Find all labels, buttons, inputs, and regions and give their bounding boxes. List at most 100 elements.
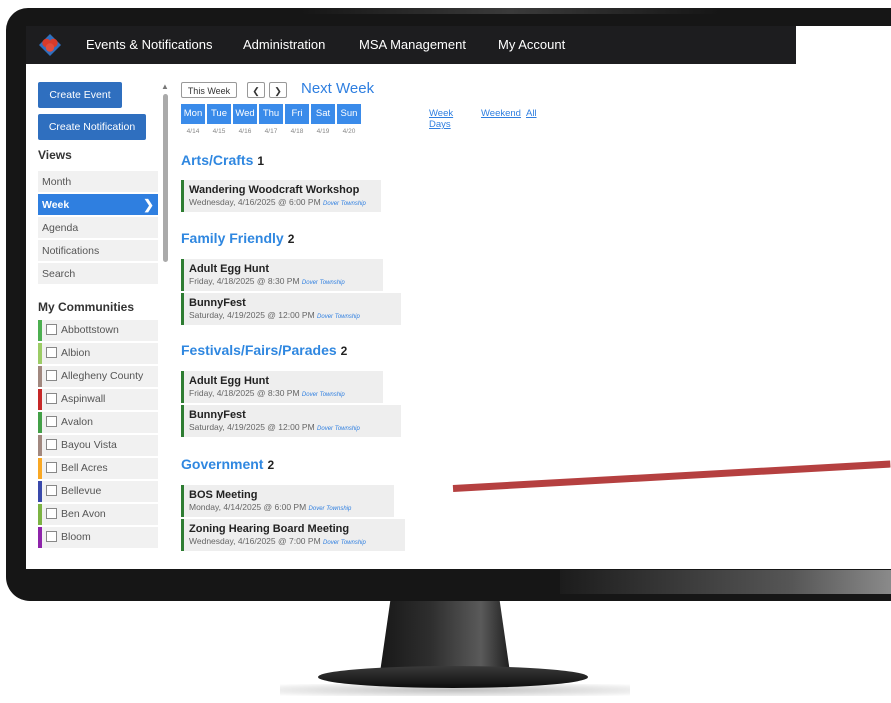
checkbox[interactable]: [46, 507, 57, 519]
this-week-button[interactable]: This Week: [181, 82, 237, 98]
create-notification-button[interactable]: Create Notification: [38, 114, 146, 140]
day-button-thu[interactable]: Thu: [259, 104, 283, 124]
community-item[interactable]: Avalon: [38, 412, 158, 433]
category-name: Festivals/Fairs/Parades: [181, 342, 337, 358]
checkbox[interactable]: [46, 484, 57, 496]
logo-icon[interactable]: [38, 33, 62, 57]
event-location[interactable]: Dover Township: [317, 426, 360, 432]
event-location[interactable]: Dover Township: [323, 201, 366, 207]
monitor-stand-neck: [380, 601, 510, 671]
event-title: Wandering Woodcraft Workshop: [189, 184, 360, 196]
checkbox[interactable]: [46, 461, 57, 473]
event-card[interactable]: BunnyFest Saturday, 4/19/2025 @ 12:00 PM…: [181, 293, 401, 325]
checkbox[interactable]: [46, 346, 57, 358]
event-card[interactable]: Zoning Hearing Board Meeting Wednesday, …: [181, 519, 405, 551]
checkbox[interactable]: [46, 392, 57, 404]
community-item[interactable]: Aspinwall: [38, 389, 158, 410]
nav-events-notifications[interactable]: Events & Notifications: [86, 37, 212, 52]
category-count: 2: [340, 344, 348, 358]
community-item[interactable]: Allegheny County: [38, 366, 158, 387]
event-datetime: Saturday, 4/19/2025 @ 12:00 PM: [189, 310, 315, 320]
community-item[interactable]: Ben Avon: [38, 504, 158, 525]
event-location[interactable]: Dover Township: [302, 280, 345, 286]
event-card[interactable]: BOS Meeting Monday, 4/14/2025 @ 6:00 PM …: [181, 485, 394, 517]
community-item[interactable]: Bloom: [38, 527, 158, 548]
event-datetime: Friday, 4/18/2025 @ 8:30 PM: [189, 388, 300, 398]
category-heading[interactable]: Arts/Crafts 1: [181, 152, 264, 168]
filter-all[interactable]: All: [526, 108, 537, 119]
community-item[interactable]: Albion: [38, 343, 158, 364]
category-heading[interactable]: Festivals/Fairs/Parades 2: [181, 342, 347, 358]
community-label: Bell Acres: [61, 462, 108, 474]
community-label: Bellevue: [61, 485, 102, 497]
day-button-wed[interactable]: Wed: [233, 104, 257, 124]
scroll-up-icon[interactable]: ▲: [161, 82, 169, 91]
view-item-search[interactable]: Search: [38, 263, 158, 285]
nav-msa-management[interactable]: MSA Management: [359, 37, 466, 52]
event-location[interactable]: Dover Township: [317, 314, 360, 320]
week-title[interactable]: Next Week: [301, 80, 374, 97]
nav-administration[interactable]: Administration: [243, 37, 325, 52]
event-card[interactable]: Adult Egg Hunt Friday, 4/18/2025 @ 8:30 …: [181, 259, 383, 291]
top-navbar: Events & Notifications Administration MS…: [26, 26, 796, 64]
day-button-sat[interactable]: Sat: [311, 104, 335, 124]
event-title: Adult Egg Hunt: [189, 375, 270, 387]
checkbox[interactable]: [46, 438, 57, 450]
day-button-tue[interactable]: Tue: [207, 104, 231, 124]
category-heading[interactable]: Government 2: [181, 456, 274, 472]
event-title: BOS Meeting: [189, 489, 258, 501]
view-item-agenda[interactable]: Agenda: [38, 217, 158, 239]
event-datetime: Monday, 4/14/2025 @ 6:00 PM: [189, 502, 307, 512]
community-label: Bloom: [61, 531, 91, 543]
chevron-right-icon: ❯: [143, 197, 154, 212]
view-item-notifications[interactable]: Notifications: [38, 240, 158, 262]
view-label: Notifications: [42, 245, 100, 257]
chevron-left-icon[interactable]: ❮: [247, 82, 265, 98]
event-location[interactable]: Dover Township: [309, 506, 352, 512]
category-name: Family Friendly: [181, 230, 284, 246]
event-datetime: Wednesday, 4/16/2025 @ 6:00 PM: [189, 197, 321, 207]
category-heading[interactable]: Family Friendly 2: [181, 230, 294, 246]
day-date: 4/18: [290, 128, 304, 135]
chevron-right-icon[interactable]: ❯: [269, 82, 287, 98]
day-date: 4/17: [264, 128, 278, 135]
community-item[interactable]: Bell Acres: [38, 458, 158, 479]
view-item-month[interactable]: Month: [38, 171, 158, 193]
community-item[interactable]: Abbottstown: [38, 320, 158, 341]
event-card[interactable]: Adult Egg Hunt Friday, 4/18/2025 @ 8:30 …: [181, 371, 383, 403]
checkbox[interactable]: [46, 323, 57, 335]
community-label: Aspinwall: [61, 393, 106, 405]
checkbox[interactable]: [46, 369, 57, 381]
nav-my-account[interactable]: My Account: [498, 37, 565, 52]
checkbox[interactable]: [46, 415, 57, 427]
event-card[interactable]: Wandering Woodcraft Workshop Wednesday, …: [181, 180, 381, 212]
scroll-thumb[interactable]: [163, 94, 168, 262]
community-label: Allegheny County: [61, 370, 144, 382]
sidebar-scrollbar[interactable]: ▲: [161, 82, 169, 569]
event-title: Adult Egg Hunt: [189, 263, 270, 275]
community-item[interactable]: Bellevue: [38, 481, 158, 502]
day-button-sun[interactable]: Sun: [337, 104, 361, 124]
filter-weekend[interactable]: Weekend: [481, 108, 521, 119]
bezel-reflection: [560, 570, 891, 594]
event-datetime: Saturday, 4/19/2025 @ 12:00 PM: [189, 422, 315, 432]
category-name: Government: [181, 456, 264, 472]
event-datetime: Friday, 4/18/2025 @ 8:30 PM: [189, 276, 300, 286]
day-button-fri[interactable]: Fri: [285, 104, 309, 124]
community-label: Ben Avon: [61, 508, 106, 520]
community-item[interactable]: Bayou Vista: [38, 435, 158, 456]
view-item-week[interactable]: Week ❯: [38, 194, 158, 216]
create-event-button[interactable]: Create Event: [38, 82, 122, 108]
view-label: Search: [42, 268, 76, 280]
day-button-mon[interactable]: Mon: [181, 104, 205, 124]
filter-week-days[interactable]: Week Days: [429, 108, 453, 130]
event-card[interactable]: BunnyFest Saturday, 4/19/2025 @ 12:00 PM…: [181, 405, 401, 437]
community-label: Abbottstown: [61, 324, 119, 336]
community-label: Bayou Vista: [61, 439, 117, 451]
event-location[interactable]: Dover Township: [302, 392, 345, 398]
event-title: Zoning Hearing Board Meeting: [189, 523, 350, 535]
event-datetime: Wednesday, 4/16/2025 @ 7:00 PM: [189, 536, 321, 546]
checkbox[interactable]: [46, 530, 57, 542]
event-location[interactable]: Dover Township: [323, 540, 366, 546]
stand-shadow: [280, 684, 630, 696]
